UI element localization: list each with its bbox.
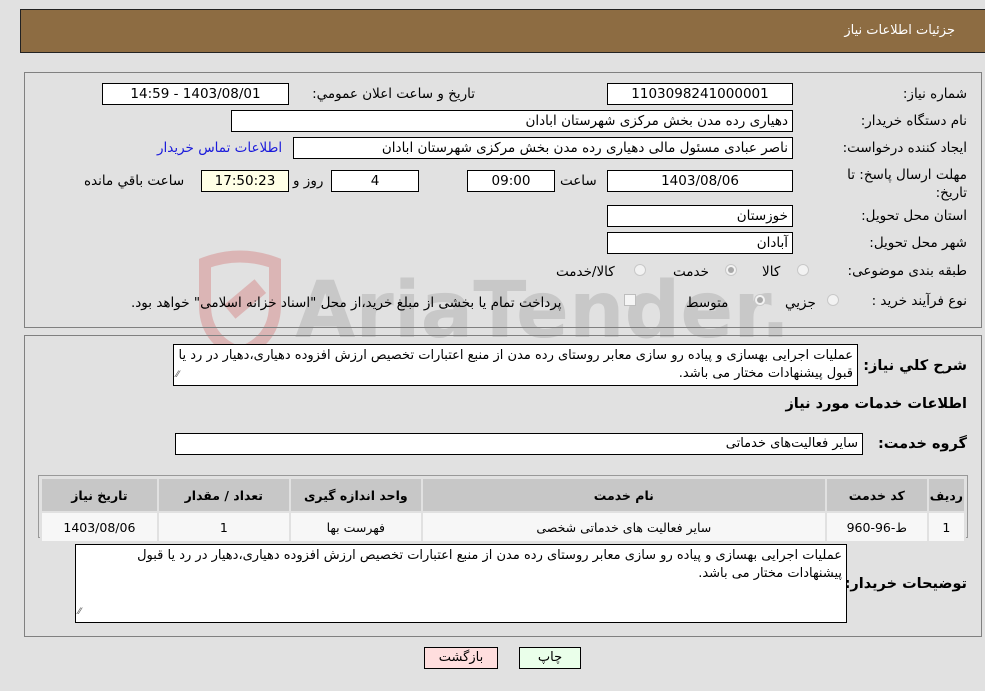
column-header-row-number: ردیف [926, 477, 967, 513]
treasury-bonds-checkbox[interactable] [624, 294, 636, 306]
purchase-type-radio-medium[interactable] [754, 294, 766, 306]
cell-need-date: 1403/08/06 [40, 511, 159, 543]
category-radio-goods[interactable] [797, 264, 809, 276]
resize-grip-icon[interactable]: ⁄⁄ [78, 603, 81, 621]
need-number-label: شماره نیاز: [902, 86, 967, 102]
back-button[interactable]: بازگشت [424, 647, 498, 669]
purchase-type-label: نوع فرآیند خرید : [871, 293, 967, 309]
category-radio-service[interactable] [725, 264, 737, 276]
services-heading: اطلاعات خدمات مورد نياز [785, 396, 967, 412]
purchase-type-radio-minor[interactable] [827, 294, 839, 306]
column-header-service-name: نام خدمت [420, 477, 827, 513]
service-group-field: سایر فعالیت‌های خدماتی [175, 433, 863, 455]
cell-row-number: 1 [926, 511, 967, 543]
print-button[interactable]: چاپ [519, 647, 581, 669]
days-label: روز و [293, 173, 324, 189]
deadline-label: مهلت ارسال پاسخ: تا تاریخ: [847, 167, 967, 201]
table-header-row: ردیف کد خدمت نام خدمت واحد اندازه گیری ت… [40, 477, 967, 513]
time-remaining-field: 17:50:23 [201, 170, 289, 192]
requester-label: ایجاد کننده درخواست: [842, 140, 967, 156]
category-option-goods-service: کالا/خدمت [556, 264, 615, 280]
cell-unit: فهرست بها [288, 511, 423, 543]
buyer-notes-label: توضیحات خریدار: [844, 576, 967, 592]
time-remaining-label: ساعت باقي مانده [84, 173, 185, 189]
buyer-notes-textarea[interactable]: عملیات اجرایی بهسازی و پیاده رو سازی معا… [75, 544, 847, 623]
column-header-quantity: تعداد / مقدار [156, 477, 291, 513]
deadline-time-label: ساعت [560, 173, 597, 189]
city-field: آبادان [607, 232, 793, 254]
cell-service-name: سایر فعالیت های خدماتی شخصی [420, 511, 827, 543]
announce-datetime-field: 1403/08/01 - 14:59 [102, 83, 289, 105]
description-text: عملیات اجرایی بهسازی و پیاده رو سازی معا… [178, 348, 853, 381]
purchase-type-option-medium: متوسط [686, 295, 729, 311]
category-radio-goods-service[interactable] [634, 264, 646, 276]
page-header: جزئیات اطلاعات نیاز [20, 9, 985, 53]
service-group-label: گروه خدمت: [877, 436, 967, 452]
page-title: جزئیات اطلاعات نیاز [844, 23, 955, 38]
buyer-contact-link[interactable]: اطلاعات تماس خریدار [157, 140, 282, 156]
province-label: استان محل تحویل: [861, 208, 967, 224]
announce-datetime-label: تاريخ و ساعت اعلان عمومي: [312, 86, 475, 102]
description-textarea[interactable]: عملیات اجرایی بهسازی و پیاده رو سازی معا… [173, 344, 858, 386]
buyer-notes-text: عملیات اجرایی بهسازی و پیاده رو سازی معا… [137, 548, 842, 581]
buyer-org-field: دهیاری رده مدن بخش مرکزی شهرستان ابادان [231, 110, 793, 132]
purchase-type-option-minor: جزيي [785, 295, 816, 311]
column-header-unit: واحد اندازه گیری [288, 477, 423, 513]
services-table: ردیف کد خدمت نام خدمت واحد اندازه گیری ت… [40, 477, 967, 543]
column-header-service-code: کد خدمت [824, 477, 929, 513]
category-label: طبقه بندی موضوعی: [847, 263, 967, 279]
category-option-service: خدمت [673, 264, 709, 280]
cell-quantity: 1 [156, 511, 291, 543]
resize-grip-icon[interactable]: ⁄⁄ [176, 366, 179, 384]
table-row: 1 ط-96-960 سایر فعالیت های خدماتی شخصی ف… [40, 511, 967, 543]
description-label: شرح كلي نياز: [863, 358, 967, 374]
treasury-bonds-note: پرداخت تمام یا بخشی از مبلغ خرید،از محل … [131, 295, 562, 311]
requester-field: ناصر عبادی مسئول مالی دهیاری رده مدن بخش… [293, 137, 793, 159]
category-option-goods: کالا [762, 264, 781, 280]
cell-service-code: ط-96-960 [824, 511, 929, 543]
province-field: خوزستان [607, 205, 793, 227]
buyer-org-label: نام دستگاه خریدار: [860, 113, 967, 129]
days-remaining-field: 4 [331, 170, 419, 192]
deadline-time-field: 09:00 [467, 170, 555, 192]
city-label: شهر محل تحویل: [869, 235, 967, 251]
deadline-date-field: 1403/08/06 [607, 170, 793, 192]
need-number-field: 1103098241000001 [607, 83, 793, 105]
column-header-need-date: تاریخ نیاز [40, 477, 159, 513]
